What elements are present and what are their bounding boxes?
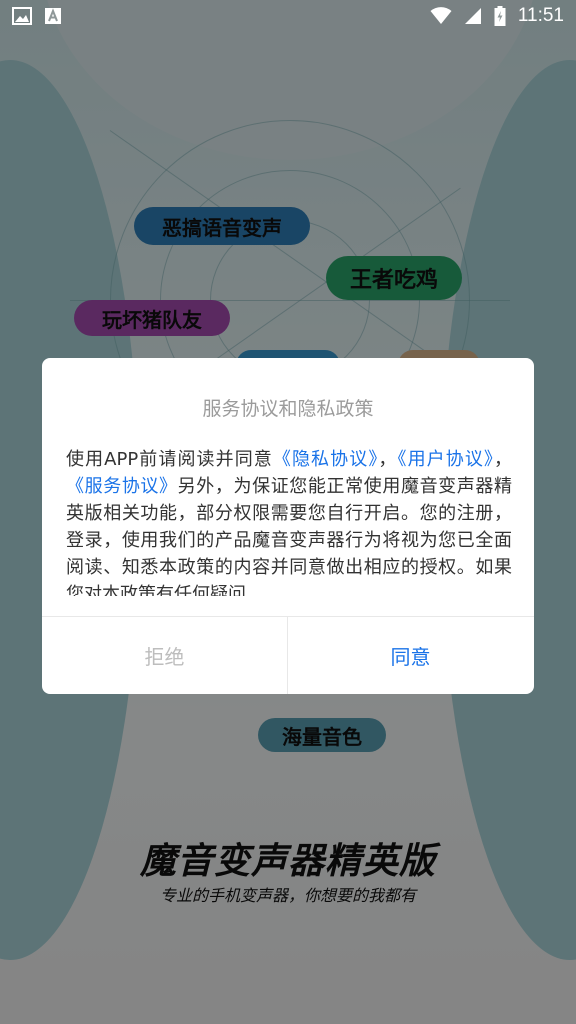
status-bar: 11:51: [0, 0, 576, 32]
reject-button[interactable]: 拒绝: [42, 617, 287, 694]
privacy-agreement-link[interactable]: 《隐私协议》: [273, 449, 379, 470]
image-notification-icon: [12, 7, 32, 25]
status-time: 11:51: [517, 5, 564, 26]
dialog-body[interactable]: 使用APP前请阅读并同意《隐私协议》，《用户协议》，《服务协议》另外，为保证您能…: [66, 446, 512, 596]
privacy-policy-dialog: 服务协议和隐私政策 使用APP前请阅读并同意《隐私协议》，《用户协议》，《服务协…: [42, 358, 534, 694]
wifi-icon: [430, 7, 452, 25]
service-agreement-link[interactable]: 《服务协议》: [66, 476, 178, 497]
cellular-signal-icon: [464, 7, 482, 25]
body-text-comma: ，: [378, 449, 398, 470]
user-agreement-link[interactable]: 《用户协议》: [398, 449, 495, 470]
body-text-intro: 使用APP前请阅读并同意: [66, 449, 273, 470]
battery-charging-icon: [494, 6, 506, 26]
dialog-title: 服务协议和隐私政策: [202, 398, 374, 420]
agree-button[interactable]: 同意: [288, 617, 533, 694]
body-text-comma: ，: [494, 449, 512, 470]
text-a-notification-icon: [44, 7, 62, 25]
